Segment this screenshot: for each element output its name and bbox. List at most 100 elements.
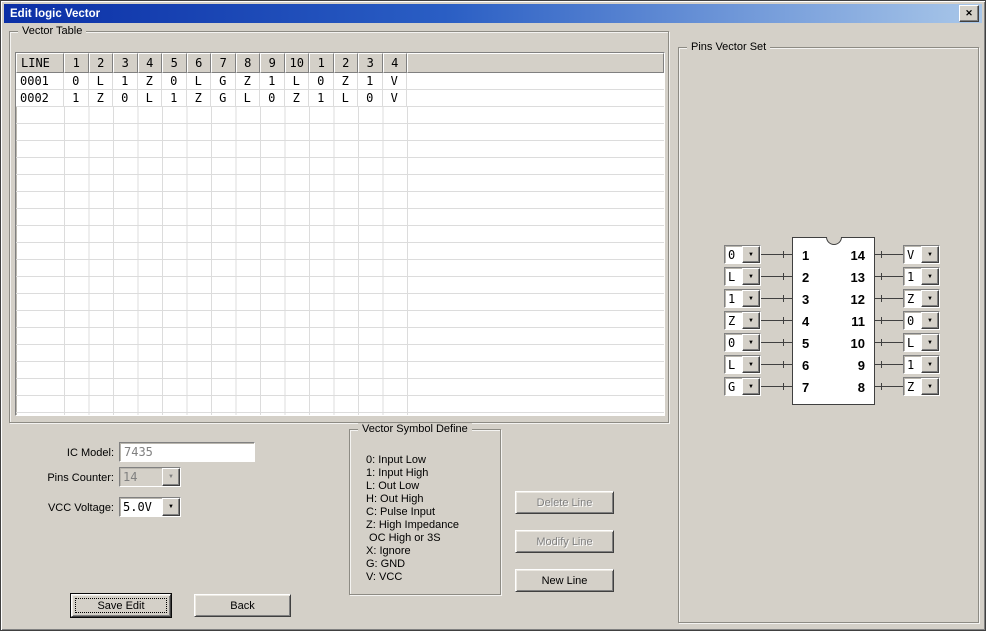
column-header: 1: [64, 53, 89, 73]
vector-cell-filler: [407, 73, 664, 90]
pin-8-select[interactable]: Z ▼: [903, 377, 940, 396]
chevron-down-icon: ▼: [921, 268, 939, 285]
pin-2-value: L: [728, 269, 736, 284]
pin-13-value: 1: [907, 269, 915, 284]
pin-number: 5: [802, 336, 810, 351]
close-icon: ✕: [965, 8, 973, 18]
pin-5-select[interactable]: 0 ▼: [724, 333, 761, 352]
vector-cell: 0: [162, 73, 187, 90]
pin-number: 11: [851, 314, 865, 329]
chevron-down-icon: ▼: [742, 268, 760, 285]
vector-cell: 1: [358, 73, 383, 90]
vector-cell: Z: [284, 90, 309, 107]
title-bar[interactable]: Edit logic Vector ✕: [4, 4, 982, 23]
pin-3-select[interactable]: 1 ▼: [724, 289, 761, 308]
new-line-button[interactable]: New Line: [515, 569, 614, 592]
pin-4-select[interactable]: Z ▼: [724, 311, 761, 330]
symbol-line: X: Ignore: [366, 545, 411, 557]
vector-symbol-define-group: Vector Symbol Define 0: Input Low 1: Inp…: [349, 423, 501, 595]
pin-1-select[interactable]: 0 ▼: [724, 245, 761, 264]
column-header: 4: [382, 53, 407, 73]
vector-cell: G: [211, 73, 236, 90]
ic-model-field[interactable]: 7435: [119, 442, 255, 462]
symbol-legend: 0: Input Low 1: Input High L: Out Low H:…: [366, 454, 459, 584]
vector-cell: L: [186, 73, 211, 90]
pin-number: 1: [802, 248, 810, 263]
pin-10-select[interactable]: L ▼: [903, 333, 940, 352]
vector-cell: 1: [64, 90, 89, 107]
modify-line-button[interactable]: Modify Line: [515, 530, 614, 553]
new-line-label: New Line: [541, 574, 588, 587]
pin-lead: [761, 339, 792, 346]
pins-counter-select[interactable]: 14 ▼: [119, 467, 181, 487]
column-header: 4: [137, 53, 162, 73]
vector-cell: L: [284, 73, 309, 90]
pin-lead: [761, 295, 792, 302]
column-header: 1: [309, 53, 334, 73]
pin-lead: [875, 383, 903, 390]
vector-cell: L: [137, 90, 162, 107]
column-header: 6: [186, 53, 211, 73]
pin-6-select[interactable]: L ▼: [724, 355, 761, 374]
close-button[interactable]: ✕: [959, 5, 979, 22]
pin-14-select[interactable]: V ▼: [903, 245, 940, 264]
column-header-line: LINE: [16, 53, 64, 73]
table-row[interactable]: 0001 0 L 1 Z 0 L G Z 1 L 0 Z 1 V: [16, 73, 664, 90]
pin-2-select[interactable]: L ▼: [724, 267, 761, 286]
pin-number: 4: [802, 314, 810, 329]
pin-9-select[interactable]: 1 ▼: [903, 355, 940, 374]
symbol-line: C: Pulse Input: [366, 506, 436, 518]
vector-cell: L: [88, 73, 113, 90]
pin-12-select[interactable]: Z ▼: [903, 289, 940, 308]
pin-lead: [875, 251, 903, 258]
chevron-down-icon: ▼: [921, 378, 939, 395]
vector-cell: 1: [162, 90, 187, 107]
pin-lead: [761, 273, 792, 280]
symbol-line: L: Out Low: [366, 480, 420, 492]
vector-cell: Z: [88, 90, 113, 107]
chevron-down-icon: ▼: [742, 246, 760, 263]
pin-number: 14: [850, 248, 865, 263]
vcc-voltage-select[interactable]: 5.0V ▼: [119, 497, 181, 517]
pin-number: 13: [850, 270, 865, 285]
vector-symbol-define-label: Vector Symbol Define: [358, 423, 472, 436]
column-header: 7: [211, 53, 236, 73]
modify-line-label: Modify Line: [536, 535, 593, 548]
pin-10-value: L: [907, 335, 915, 350]
symbol-line: V: VCC: [366, 571, 403, 583]
symbol-line: OC High or 3S: [366, 532, 441, 544]
pin-number: 12: [850, 292, 865, 307]
ic-model-label: IC Model:: [66, 447, 114, 459]
vector-table[interactable]: LINE 1 2 3 4 5 6 7 8 9 10 1 2 3 4 0001 0: [15, 52, 665, 416]
vcc-voltage-label: VCC Voltage:: [47, 502, 114, 514]
pin-lead: [761, 317, 792, 324]
pin-12-value: Z: [907, 291, 915, 306]
symbol-line: H: Out High: [366, 493, 424, 505]
column-header: 8: [235, 53, 260, 73]
delete-line-button[interactable]: Delete Line: [515, 491, 614, 514]
pin-13-select[interactable]: 1 ▼: [903, 267, 940, 286]
vector-cell: 1: [260, 73, 285, 90]
vector-cell: G: [211, 90, 236, 107]
pin-1-value: 0: [728, 247, 736, 262]
ic-model-value: 7435: [124, 445, 153, 459]
vector-cell: 1: [309, 90, 334, 107]
back-button[interactable]: Back: [194, 594, 291, 617]
vector-cell: 1: [113, 73, 138, 90]
pin-lead: [875, 295, 903, 302]
vector-cell: Z: [137, 73, 162, 90]
column-header: 5: [162, 53, 187, 73]
chevron-down-icon: ▼: [742, 290, 760, 307]
table-row[interactable]: 0002 1 Z 0 L 1 Z G L 0 Z 1 L 0 V: [16, 90, 664, 107]
pin-11-select[interactable]: 0 ▼: [903, 311, 940, 330]
symbol-line: G: GND: [366, 558, 406, 570]
save-edit-button[interactable]: Save Edit: [70, 593, 172, 618]
save-edit-label: Save Edit: [97, 599, 145, 612]
pin-lead: [875, 361, 903, 368]
dialog-window: Edit logic Vector ✕ Vector Table LINE 1 …: [0, 0, 986, 631]
pin-4-value: Z: [728, 313, 736, 328]
pin-7-select[interactable]: G ▼: [724, 377, 761, 396]
symbol-line: 1: Input High: [366, 467, 429, 479]
pin-lead: [875, 339, 903, 346]
pin-lead: [761, 361, 792, 368]
